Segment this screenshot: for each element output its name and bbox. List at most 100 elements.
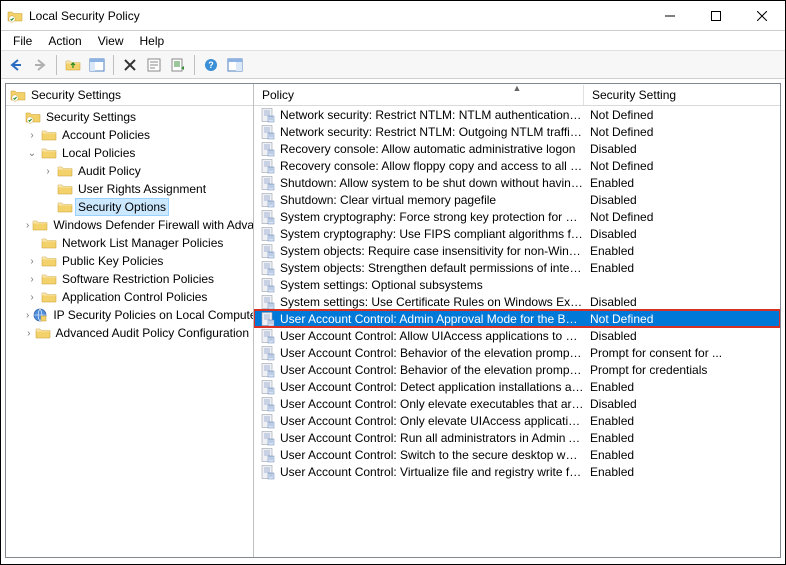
tree-item[interactable]: ›Account Policies [6, 126, 253, 144]
chevron-right-icon[interactable]: › [26, 328, 32, 339]
policy-doc-icon [260, 226, 276, 242]
menu-view[interactable]: View [90, 32, 132, 50]
policy-row[interactable]: System objects: Strengthen default permi… [254, 259, 780, 276]
maximize-button[interactable] [693, 1, 739, 31]
chevron-down-icon[interactable]: ⌄ [26, 148, 38, 159]
policy-row[interactable]: System settings: Optional subsystems [254, 276, 780, 293]
close-button[interactable] [739, 1, 785, 31]
policy-row[interactable]: User Account Control: Admin Approval Mod… [254, 310, 780, 327]
tree-item[interactable]: ›Audit Policy [6, 162, 253, 180]
tree-pane-icon [89, 57, 105, 73]
list-header: ▲ Policy Security Setting [254, 84, 780, 106]
tree-item-label: Public Key Policies [60, 253, 165, 269]
policy-name: Shutdown: Allow system to be shut down w… [280, 176, 584, 190]
policy-setting: Disabled [584, 193, 780, 207]
folder-icon [41, 235, 57, 251]
policy-row[interactable]: System cryptography: Use FIPS compliant … [254, 225, 780, 242]
policy-doc-icon [260, 209, 276, 225]
policy-row[interactable]: User Account Control: Virtualize file an… [254, 463, 780, 480]
tree-item[interactable]: ›IP Security Policies on Local Compute [6, 306, 253, 324]
policy-row[interactable]: User Account Control: Detect application… [254, 378, 780, 395]
policy-row[interactable]: Network security: Restrict NTLM: Outgoin… [254, 123, 780, 140]
policy-row[interactable]: User Account Control: Run all administra… [254, 429, 780, 446]
policy-row[interactable]: Recovery console: Allow automatic admini… [254, 140, 780, 157]
titlebar: Local Security Policy [1, 1, 785, 31]
policy-row[interactable]: User Account Control: Behavior of the el… [254, 344, 780, 361]
tree-item[interactable]: ·User Rights Assignment [6, 180, 253, 198]
tree-item[interactable]: ·Network List Manager Policies [6, 234, 253, 252]
show-hide-tree-button[interactable] [86, 54, 108, 76]
chevron-right-icon[interactable]: › [26, 292, 38, 303]
policy-row[interactable]: Shutdown: Allow system to be shut down w… [254, 174, 780, 191]
policy-doc-icon [260, 192, 276, 208]
tree-item[interactable]: ⌄Local Policies [6, 144, 253, 162]
tree-item-label: Security Settings [44, 109, 138, 125]
policy-name: User Account Control: Only elevate execu… [280, 397, 584, 411]
globe-icon [32, 307, 48, 323]
policy-setting: Prompt for consent for ... [584, 346, 780, 360]
policy-row[interactable]: User Account Control: Allow UIAccess app… [254, 327, 780, 344]
policy-name: System objects: Strengthen default permi… [280, 261, 584, 275]
folder-icon [32, 217, 48, 233]
tree-item-label: Security Options [76, 199, 168, 215]
tree-item[interactable]: › Public Key Policies [6, 252, 253, 270]
list-body[interactable]: Network security: Restrict NTLM: NTLM au… [254, 106, 780, 557]
up-button[interactable] [62, 54, 84, 76]
help-button[interactable]: ? [200, 54, 222, 76]
tree-item[interactable]: › Advanced Audit Policy Configuration [6, 324, 253, 342]
policy-row[interactable]: System cryptography: Force strong key pr… [254, 208, 780, 225]
back-button[interactable] [5, 54, 27, 76]
tree-header: Security Settings [6, 84, 253, 106]
delete-x-icon [123, 58, 137, 72]
column-header-setting[interactable]: Security Setting [584, 85, 780, 105]
chevron-right-icon[interactable]: › [26, 256, 38, 267]
policy-name: System cryptography: Force strong key pr… [280, 210, 584, 224]
chevron-right-icon[interactable]: › [26, 220, 29, 231]
policy-name: User Account Control: Virtualize file an… [280, 465, 584, 479]
policy-row[interactable]: System settings: Use Certificate Rules o… [254, 293, 780, 310]
tree-item[interactable]: ›Application Control Policies [6, 288, 253, 306]
menubar: File Action View Help [1, 31, 785, 51]
menu-help[interactable]: Help [132, 32, 173, 50]
policy-row[interactable]: User Account Control: Only elevate execu… [254, 395, 780, 412]
menu-action[interactable]: Action [40, 32, 89, 50]
policy-row[interactable]: System objects: Require case insensitivi… [254, 242, 780, 259]
menu-file[interactable]: File [5, 32, 40, 50]
forward-button[interactable] [29, 54, 51, 76]
tree[interactable]: ·Security Settings›Account Policies⌄Loca… [6, 106, 253, 557]
tree-item[interactable]: ›Windows Defender Firewall with Adva [6, 216, 253, 234]
delete-button[interactable] [119, 54, 141, 76]
policy-setting: Enabled [584, 380, 780, 394]
properties-button[interactable] [143, 54, 165, 76]
tree-item[interactable]: ·Security Options [6, 198, 253, 216]
policy-row[interactable]: User Account Control: Only elevate UIAcc… [254, 412, 780, 429]
chevron-right-icon[interactable]: › [42, 166, 54, 177]
column-header-policy[interactable]: Policy [254, 85, 584, 105]
properties-icon [146, 57, 162, 73]
close-icon [757, 11, 767, 21]
folder-icon [57, 199, 73, 215]
policy-doc-icon [260, 294, 276, 310]
policy-setting: Enabled [584, 244, 780, 258]
policy-setting: Not Defined [584, 159, 780, 173]
policy-row[interactable]: Network security: Restrict NTLM: NTLM au… [254, 106, 780, 123]
refresh-button[interactable] [224, 54, 246, 76]
policy-name: System settings: Optional subsystems [280, 278, 483, 292]
export-button[interactable] [167, 54, 189, 76]
policy-doc-icon [260, 311, 276, 327]
policy-row[interactable]: User Account Control: Switch to the secu… [254, 446, 780, 463]
tree-item-label: Advanced Audit Policy Configuration [54, 325, 251, 341]
policy-name: System settings: Use Certificate Rules o… [280, 295, 584, 309]
policy-row[interactable]: Shutdown: Clear virtual memory pagefileD… [254, 191, 780, 208]
chevron-right-icon[interactable]: › [26, 310, 29, 321]
policy-row[interactable]: User Account Control: Behavior of the el… [254, 361, 780, 378]
window: Local Security Policy File Action View H… [0, 0, 786, 565]
policy-doc-icon [260, 141, 276, 157]
chevron-right-icon[interactable]: › [26, 274, 38, 285]
tree-item[interactable]: ›Software Restriction Policies [6, 270, 253, 288]
minimize-button[interactable] [647, 1, 693, 31]
folder-icon [41, 145, 57, 161]
tree-item[interactable]: ·Security Settings [6, 108, 253, 126]
policy-row[interactable]: Recovery console: Allow floppy copy and … [254, 157, 780, 174]
chevron-right-icon[interactable]: › [26, 130, 38, 141]
